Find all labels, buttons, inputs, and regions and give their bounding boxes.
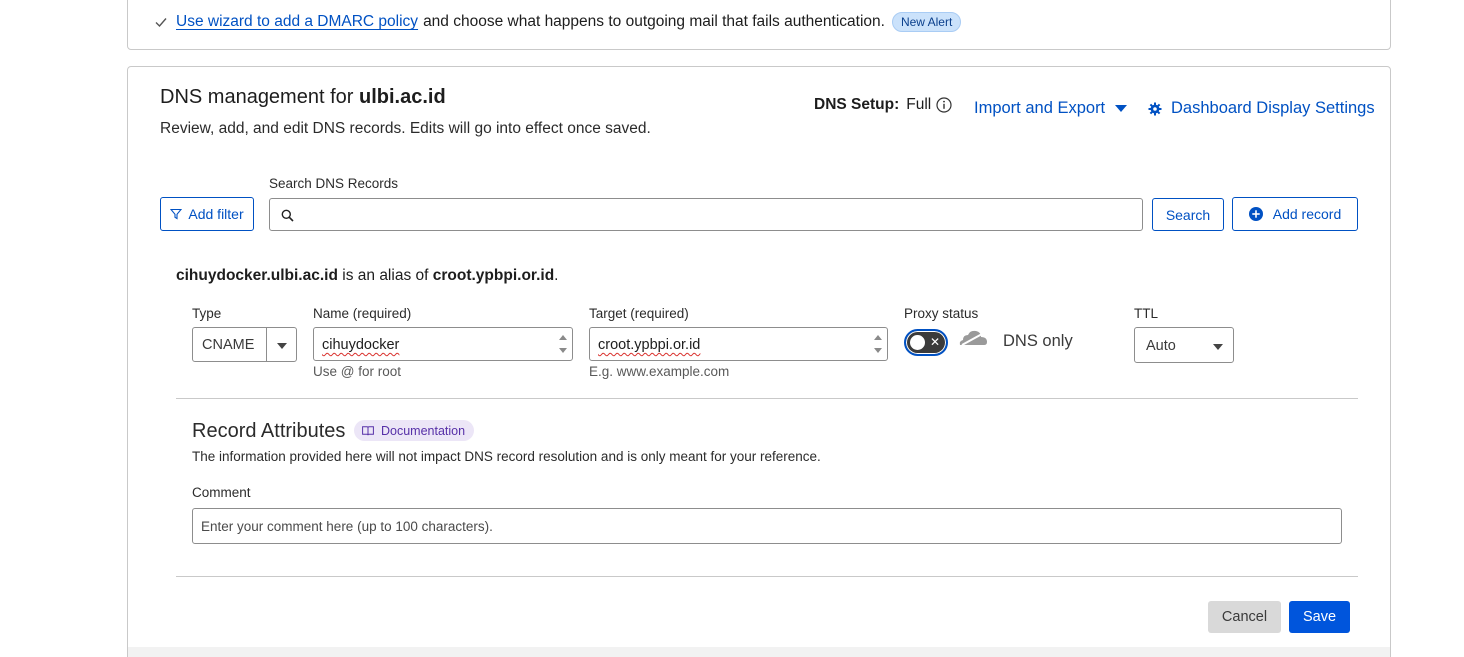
- add-filter-button[interactable]: Add filter: [160, 197, 254, 231]
- dashboard-display-settings-link[interactable]: Dashboard Display Settings: [1148, 99, 1375, 118]
- cloud-icon: [959, 330, 987, 346]
- documentation-label: Documentation: [381, 423, 466, 438]
- search-button-label: Search: [1165, 206, 1211, 223]
- dmarc-alert-card: Use wizard to add a DMARC policy and cho…: [127, 0, 1391, 50]
- dns-setup-value: Full: [906, 96, 932, 113]
- chevron-down-icon: [277, 343, 287, 349]
- import-export-label: Import and Export: [974, 99, 1106, 117]
- dashboard-settings-label: Dashboard Display Settings: [1171, 99, 1375, 117]
- search-label: Search DNS Records: [269, 176, 399, 191]
- chevron-down-icon: [1213, 344, 1223, 350]
- proxy-status-label: Proxy status: [904, 306, 979, 321]
- close-icon: ✕: [930, 335, 941, 349]
- name-value: cihuydocker: [322, 337, 400, 353]
- target-value: croot.ypbpi.or.id: [598, 337, 701, 353]
- spinner-icon[interactable]: [872, 331, 884, 357]
- comment-field[interactable]: [192, 508, 1342, 544]
- book-icon: [362, 425, 374, 435]
- documentation-link[interactable]: Documentation: [354, 420, 475, 441]
- search-icon: [281, 209, 294, 222]
- import-export-dropdown[interactable]: Import and Export: [974, 99, 1128, 118]
- alias-target: croot.ypbpi.or.id: [432, 267, 555, 284]
- proxy-status-value: DNS only: [1003, 332, 1073, 350]
- caret-down-icon: [1115, 105, 1128, 112]
- add-record-label: Add record: [1272, 206, 1342, 222]
- page-title: DNS management for ulbi.ac.id: [160, 86, 446, 109]
- target-label: Target (required): [589, 306, 689, 321]
- alias-name: cihuydocker.ulbi.ac.id: [176, 267, 338, 284]
- dmarc-alert-row: Use wizard to add a DMARC policy and cho…: [154, 12, 962, 32]
- name-label: Name (required): [313, 306, 412, 321]
- dmarc-wizard-link[interactable]: Use wizard to add a DMARC policy: [176, 13, 418, 31]
- add-record-button[interactable]: Add record: [1232, 197, 1358, 231]
- gear-icon: [1148, 102, 1162, 115]
- alias-description: cihuydocker.ulbi.ac.id is an alias of cr…: [176, 267, 558, 285]
- new-alert-badge: New Alert: [891, 12, 962, 32]
- target-input[interactable]: croot.ypbpi.or.id: [589, 327, 888, 361]
- record-attributes-description: The information provided here will not i…: [192, 449, 821, 464]
- name-input[interactable]: cihuydocker: [313, 327, 573, 361]
- alias-middle: is an alias of: [342, 267, 429, 284]
- type-value: CNAME: [202, 337, 255, 353]
- dns-setup-indicator: DNS Setup: Full: [814, 96, 952, 114]
- save-button[interactable]: Save: [1289, 601, 1350, 633]
- add-filter-label: Add filter: [188, 206, 244, 222]
- proxy-toggle[interactable]: ✕: [904, 329, 948, 356]
- toggle-knob: [910, 335, 925, 350]
- search-button[interactable]: Search: [1152, 198, 1224, 231]
- info-icon[interactable]: [936, 97, 952, 113]
- dns-setup-label: DNS Setup:: [814, 96, 900, 113]
- spinner-icon[interactable]: [557, 331, 569, 357]
- plus-circle-icon: [1248, 207, 1263, 221]
- type-label: Type: [192, 306, 222, 321]
- alias-end: .: [554, 267, 559, 284]
- type-select[interactable]: CNAME: [192, 327, 297, 362]
- record-attributes-title: Record Attributes: [192, 420, 346, 442]
- comment-input[interactable]: [193, 509, 1341, 543]
- search-input[interactable]: [269, 198, 1143, 231]
- divider: [176, 576, 1358, 577]
- title-domain: ulbi.ac.id: [358, 86, 446, 108]
- divider: [176, 398, 1358, 399]
- comment-label: Comment: [192, 485, 251, 500]
- page-subtitle: Review, add, and edit DNS records. Edits…: [160, 120, 651, 137]
- ttl-select[interactable]: Auto: [1134, 327, 1234, 363]
- type-divider: [266, 328, 267, 361]
- filter-icon: [170, 208, 183, 220]
- check-icon: [155, 18, 167, 28]
- card-footer-strip: [128, 647, 1390, 657]
- title-prefix: DNS management for: [160, 86, 354, 108]
- dns-management-card: DNS management for ulbi.ac.id Review, ad…: [127, 66, 1391, 657]
- cancel-button[interactable]: Cancel: [1208, 601, 1281, 633]
- target-hint: E.g. www.example.com: [589, 364, 730, 379]
- ttl-value: Auto: [1146, 338, 1176, 354]
- ttl-label: TTL: [1134, 306, 1159, 321]
- name-hint: Use @ for root: [313, 364, 401, 379]
- dmarc-alert-text: and choose what happens to outgoing mail…: [423, 13, 885, 30]
